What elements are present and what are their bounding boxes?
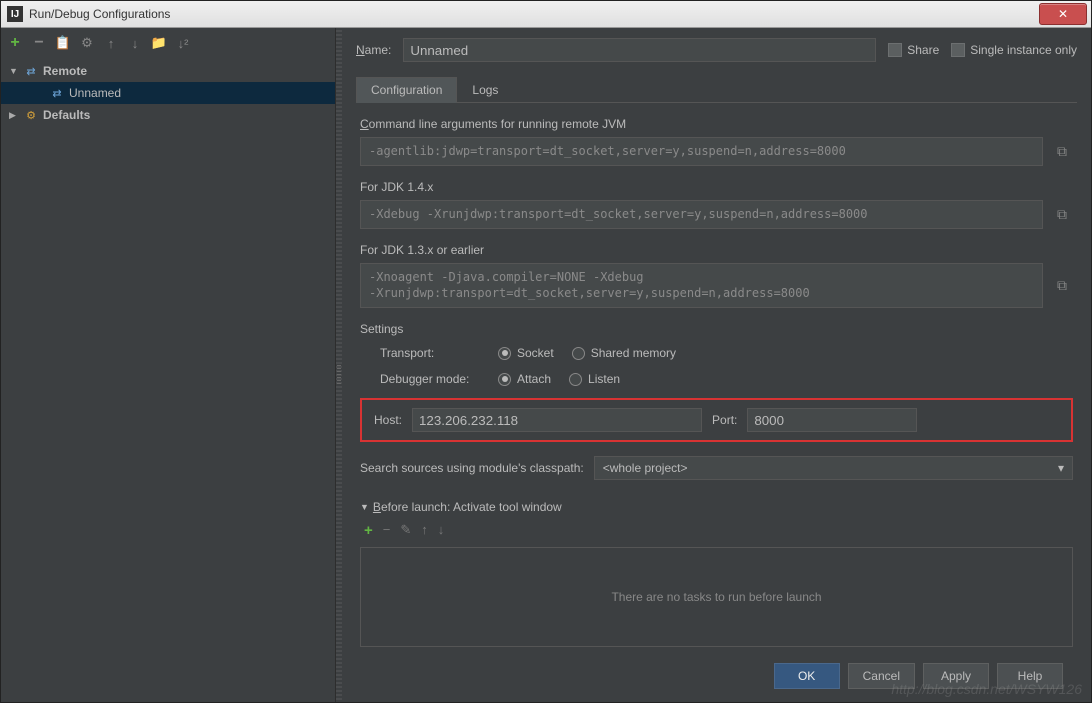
ok-button[interactable]: OK [774, 663, 840, 689]
jdk14-group: For JDK 1.4.x -Xdebug -Xrunjdwp:transpor… [360, 180, 1073, 229]
mode-label: Debugger mode: [380, 372, 480, 386]
window-title: Run/Debug Configurations [29, 7, 1039, 21]
radio-shared-memory[interactable]: Shared memory [572, 346, 676, 360]
expand-arrow-icon: ▶ [9, 110, 19, 121]
tree-node-defaults[interactable]: ▶ ⚙ Defaults [1, 104, 335, 126]
radio-label: Attach [517, 372, 551, 386]
radio-attach[interactable]: Attach [498, 372, 551, 386]
single-instance-label: Single instance only [970, 43, 1077, 57]
content-area: + − 📋 ⚙ ↑ ↓ 📁 ↓² ▼ ⇄ Remote ⇄ Unnamed [1, 28, 1091, 702]
move-up-icon[interactable]: ↑ [421, 522, 428, 539]
edit-task-icon[interactable]: ✎ [400, 522, 411, 539]
before-launch-section: ▼ Before launch: Activate tool window + … [360, 500, 1073, 647]
transport-label: Transport: [380, 346, 480, 360]
tree-node-unnamed[interactable]: ⇄ Unnamed [1, 82, 335, 104]
sort-icon[interactable]: ↓² [175, 35, 191, 51]
copy-config-icon[interactable]: 📋 [55, 35, 71, 51]
debugger-mode-row: Debugger mode: Attach Listen [360, 372, 1073, 386]
help-button[interactable]: Help [997, 663, 1063, 689]
tab-bar: Configuration Logs [356, 76, 1077, 103]
jdk13-text[interactable]: -Xnoagent -Djava.compiler=NONE -Xdebug -… [360, 263, 1043, 309]
search-sources-label: Search sources using module's classpath: [360, 461, 584, 475]
cancel-button[interactable]: Cancel [848, 663, 915, 689]
settings-icon[interactable]: ⚙ [79, 35, 95, 51]
remove-config-icon[interactable]: − [31, 35, 47, 51]
copy-icon[interactable]: ⧉ [1051, 263, 1073, 309]
move-down-icon[interactable]: ↓ [438, 522, 445, 539]
radio-dot-icon [572, 347, 585, 360]
radio-listen[interactable]: Listen [569, 372, 620, 386]
share-label: Share [907, 43, 939, 57]
jdk13-group: For JDK 1.3.x or earlier -Xnoagent -Djav… [360, 243, 1073, 309]
apply-button[interactable]: Apply [923, 663, 989, 689]
move-down-icon[interactable]: ↓ [127, 35, 143, 51]
collapse-arrow-icon: ▼ [360, 502, 369, 512]
select-value: <whole project> [603, 461, 688, 475]
tree-label: Defaults [43, 108, 90, 122]
name-input[interactable] [403, 38, 876, 62]
port-input[interactable] [747, 408, 917, 432]
transport-row: Transport: Socket Shared memory [360, 346, 1073, 360]
settings-title: Settings [360, 322, 1073, 336]
before-launch-toolbar: + − ✎ ↑ ↓ [360, 514, 1073, 547]
dialog-footer: OK Cancel Apply Help [356, 653, 1077, 699]
copy-icon[interactable]: ⧉ [1051, 137, 1073, 166]
remote-icon: ⇄ [23, 65, 39, 78]
config-toolbar: + − 📋 ⚙ ↑ ↓ 📁 ↓² [1, 28, 335, 58]
remote-icon: ⇄ [49, 87, 65, 100]
share-checkbox[interactable]: Share [888, 43, 939, 57]
tab-content: Command line arguments for running remot… [356, 103, 1077, 653]
close-button[interactable]: ✕ [1039, 3, 1087, 25]
add-task-icon[interactable]: + [364, 522, 373, 539]
before-launch-title: Before launch: Activate tool window [373, 500, 562, 514]
tree-node-remote[interactable]: ▼ ⇄ Remote [1, 60, 335, 82]
titlebar: IJ Run/Debug Configurations ✕ [1, 1, 1091, 28]
radio-label: Listen [588, 372, 620, 386]
cmd-args-label: Command line arguments for running remot… [360, 117, 1073, 131]
add-config-icon[interactable]: + [7, 35, 23, 51]
config-tree: ▼ ⇄ Remote ⇄ Unnamed ▶ ⚙ Defaults [1, 58, 335, 702]
tree-label: Remote [43, 64, 87, 78]
radio-socket[interactable]: Socket [498, 346, 554, 360]
radio-dot-icon [569, 373, 582, 386]
cmd-args-group: Command line arguments for running remot… [360, 117, 1073, 166]
checkbox-box-icon [888, 43, 902, 57]
right-panel: Name: Share Single instance only Configu… [342, 28, 1091, 702]
copy-icon[interactable]: ⧉ [1051, 200, 1073, 229]
split-handle[interactable] [336, 28, 342, 702]
before-launch-header[interactable]: ▼ Before launch: Activate tool window [360, 500, 1073, 514]
gear-icon: ⚙ [23, 109, 39, 122]
host-port-highlight: Host: Port: [360, 398, 1073, 442]
empty-text: There are no tasks to run before launch [611, 590, 821, 604]
port-label: Port: [712, 413, 737, 427]
radio-label: Shared memory [591, 346, 676, 360]
host-input[interactable] [412, 408, 702, 432]
tree-label: Unnamed [69, 86, 121, 100]
jdk14-label: For JDK 1.4.x [360, 180, 1073, 194]
radio-dot-icon [498, 373, 511, 386]
radio-dot-icon [498, 347, 511, 360]
search-sources-row: Search sources using module's classpath:… [360, 456, 1073, 480]
tab-configuration[interactable]: Configuration [356, 77, 457, 103]
jdk13-label: For JDK 1.3.x or earlier [360, 243, 1073, 257]
before-launch-empty: There are no tasks to run before launch [360, 547, 1073, 647]
radio-label: Socket [517, 346, 554, 360]
remove-task-icon[interactable]: − [383, 522, 391, 539]
single-instance-checkbox[interactable]: Single instance only [951, 43, 1077, 57]
left-panel: + − 📋 ⚙ ↑ ↓ 📁 ↓² ▼ ⇄ Remote ⇄ Unnamed [1, 28, 336, 702]
checkbox-box-icon [951, 43, 965, 57]
app-icon: IJ [7, 6, 23, 22]
cmd-args-text[interactable]: -agentlib:jdwp=transport=dt_socket,serve… [360, 137, 1043, 166]
folder-icon[interactable]: 📁 [151, 35, 167, 51]
dialog-window: IJ Run/Debug Configurations ✕ + − 📋 ⚙ ↑ … [0, 0, 1092, 703]
module-classpath-select[interactable]: <whole project> ▾ [594, 456, 1073, 480]
host-label: Host: [374, 413, 402, 427]
chevron-down-icon: ▾ [1058, 461, 1064, 475]
name-row: Name: Share Single instance only [356, 38, 1077, 62]
move-up-icon[interactable]: ↑ [103, 35, 119, 51]
jdk14-text[interactable]: -Xdebug -Xrunjdwp:transport=dt_socket,se… [360, 200, 1043, 229]
name-label: Name: [356, 43, 391, 57]
expand-arrow-icon: ▼ [9, 66, 19, 76]
tab-logs[interactable]: Logs [457, 77, 513, 103]
